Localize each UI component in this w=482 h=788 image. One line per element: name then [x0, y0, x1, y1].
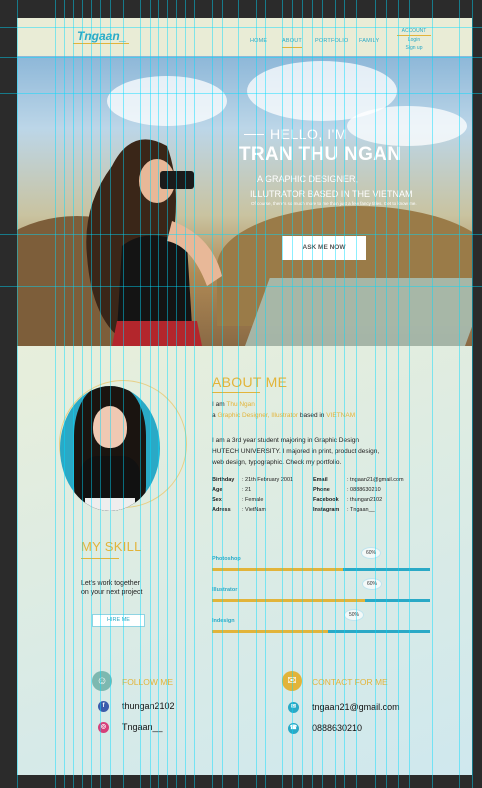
hero-name: TRAN THU NGAN — [239, 144, 402, 165]
guide-line-vertical — [64, 0, 65, 788]
skill-bar-fill — [212, 599, 365, 602]
guide-line-vertical — [167, 0, 168, 788]
about-bio-1: I am a 3rd year student majoring in Grap… — [212, 437, 360, 444]
account-title: ACCOUNT — [397, 27, 431, 36]
info-value: : 21 — [242, 487, 252, 493]
email-icon[interactable]: ✉ — [288, 702, 299, 713]
info-value: : VietNam — [242, 507, 267, 513]
guide-line-vertical — [150, 0, 151, 788]
guide-line-vertical — [256, 0, 257, 788]
signup-link[interactable]: Sign up — [397, 44, 431, 52]
guide-line-vertical — [265, 0, 266, 788]
cloud-shape — [347, 106, 467, 146]
guide-line-vertical — [222, 0, 223, 788]
follow-icon: ☺ — [92, 671, 112, 691]
guide-line-vertical — [292, 0, 293, 788]
guide-line-vertical — [432, 0, 433, 788]
guide-line-vertical — [55, 0, 56, 788]
skill-bar-fill — [212, 630, 328, 633]
skill-percent-badge: 60% — [362, 578, 382, 590]
photographer-figure — [86, 139, 222, 346]
hero-banner: HELLO, I'M TRAN THU NGAN A GRAPHIC DESIG… — [17, 56, 472, 346]
guide-line-vertical — [409, 0, 410, 788]
guide-line-vertical — [459, 0, 460, 788]
skill-label-2: Indesign — [212, 618, 235, 624]
hero-description: Of course, there's so much more to me th… — [251, 201, 417, 206]
guide-line-vertical — [322, 0, 323, 788]
follow-title: FOLLOW ME — [122, 677, 174, 687]
skill-percent-badge: 50% — [344, 609, 364, 621]
hero-subtitle-2: ILLUTRATOR BASED IN THE VIETNAM — [250, 189, 413, 199]
info-value: : Tngaan__ — [347, 507, 375, 513]
guide-line-horizontal — [0, 286, 482, 287]
guide-line-vertical — [302, 0, 303, 788]
ask-me-now-button[interactable]: ASK ME NOW — [282, 236, 366, 260]
guide-line-horizontal — [0, 93, 482, 94]
info-value: : thungan2102 — [347, 497, 383, 503]
logo[interactable]: Tngaan_ — [77, 29, 126, 43]
skill-label-0: Photoshop — [212, 556, 241, 562]
skill-bar-fill — [212, 568, 343, 571]
skill-label-1: Illustrator — [212, 587, 238, 593]
guide-line-vertical — [176, 0, 177, 788]
contact-title: CONTACT FOR ME — [312, 677, 388, 687]
info-key: Email — [313, 477, 328, 483]
phone-icon[interactable]: ☎ — [288, 723, 299, 734]
info-right: Email: tngaan21@gmail.com Phone: 0888630… — [313, 475, 404, 515]
guide-line-horizontal — [0, 57, 482, 58]
info-left: Birthday: 21th February 2001 Age: 21 Sex… — [212, 475, 293, 515]
guide-line-vertical — [375, 0, 376, 788]
about-country: VIETNAM — [326, 412, 356, 419]
guide-line-vertical — [100, 0, 101, 788]
guide-line-vertical — [185, 0, 186, 788]
hero-subtitle-1: A GRAPHIC DESIGNER, — [257, 174, 359, 184]
hero-dash — [244, 134, 264, 135]
guide-line-vertical — [386, 0, 387, 788]
info-key: Instagram — [313, 507, 340, 513]
navbar: Tngaan_ HOME ABOUT PORTFOLIO FAMILY ACCO… — [17, 18, 472, 56]
guide-line-vertical — [398, 0, 399, 788]
phone-number[interactable]: 0888630210 — [312, 723, 362, 733]
login-link[interactable]: Login — [397, 36, 431, 44]
guide-line-vertical — [312, 0, 313, 788]
guide-line-vertical — [140, 0, 141, 788]
guide-line-vertical — [123, 0, 124, 788]
guide-line-vertical — [82, 0, 83, 788]
info-value: : 21th February 2001 — [242, 477, 294, 483]
guide-line-vertical — [335, 0, 336, 788]
guide-line-vertical — [17, 0, 18, 788]
about-role-2: Illustrator — [271, 412, 299, 419]
about-role-line: a Graphic Designer, Illustrator based in… — [212, 411, 355, 420]
guide-line-vertical — [238, 0, 239, 788]
guide-line-horizontal — [0, 27, 482, 28]
guide-line-vertical — [282, 0, 283, 788]
guide-line-vertical — [110, 0, 111, 788]
about-role-1: Graphic Designer — [217, 412, 268, 419]
info-value: : Female — [242, 497, 264, 503]
guide-line-vertical — [91, 0, 92, 788]
info-key: Phone — [313, 487, 330, 493]
guide-line-horizontal — [0, 234, 482, 235]
about-comma: , — [267, 412, 270, 419]
guide-line-vertical — [212, 0, 213, 788]
info-key: Facebook — [313, 497, 339, 503]
guide-line-vertical — [73, 0, 74, 788]
instagram-handle[interactable]: Tngaan__ — [122, 722, 163, 732]
artboard: Tngaan_ HOME ABOUT PORTFOLIO FAMILY ACCO… — [17, 18, 472, 775]
account-menu: ACCOUNT Login Sign up — [397, 27, 431, 52]
guide-line-vertical — [344, 0, 345, 788]
about-underline — [212, 392, 260, 393]
guide-line-vertical — [194, 0, 195, 788]
guide-line-vertical — [356, 0, 357, 788]
about-name: Thu Ngan — [226, 401, 255, 408]
guide-line-vertical — [158, 0, 159, 788]
roof-shape — [244, 278, 472, 346]
skill-percent-badge: 60% — [361, 547, 381, 559]
nav-family[interactable]: FAMILY — [359, 38, 379, 44]
about-intro-line: I am Thu Ngan — [212, 400, 255, 409]
about-title: ABOUT ME — [212, 374, 288, 390]
guide-line-vertical — [472, 0, 473, 788]
